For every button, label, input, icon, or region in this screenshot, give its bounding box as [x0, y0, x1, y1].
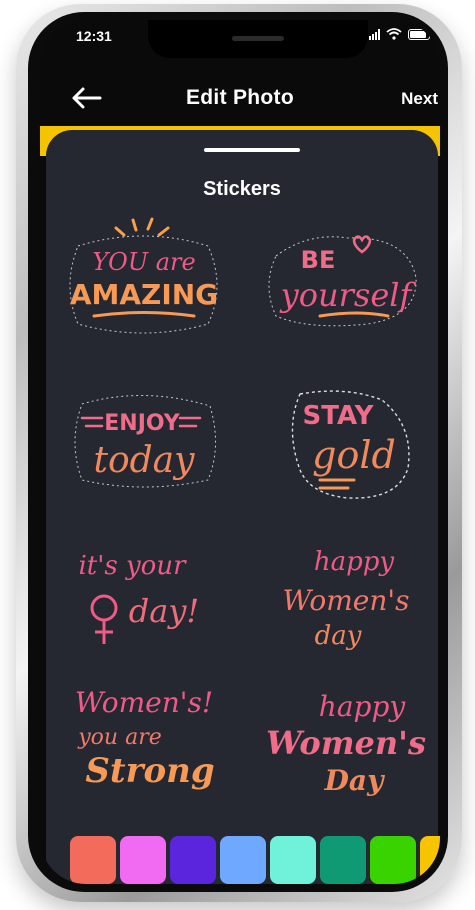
- sticker-line: happy: [314, 547, 395, 577]
- sticker-line: Women's: [283, 584, 410, 617]
- sticker-line: happy: [319, 690, 407, 723]
- next-button[interactable]: Next: [401, 89, 438, 109]
- color-swatch[interactable]: [220, 836, 266, 884]
- status-time: 12:31: [76, 28, 112, 44]
- sticker-you-are-amazing[interactable]: YOU are AMAZING: [58, 216, 228, 346]
- sticker-line: it's your: [78, 551, 187, 581]
- color-swatch[interactable]: [420, 836, 440, 884]
- sticker-be-yourself[interactable]: BE yourself: [258, 216, 428, 346]
- speaker-grille: [232, 36, 284, 41]
- sticker-happy-womens-day-art: happy Women's day: [283, 547, 410, 651]
- color-swatch[interactable]: [320, 836, 366, 884]
- color-swatch[interactable]: [170, 836, 216, 884]
- sticker-stay-gold-art: STAY gold: [291, 390, 410, 499]
- sticker-womens-you-are-strong[interactable]: Women's! you are Strong: [58, 678, 228, 808]
- sticker-be-yourself-art: BE yourself: [268, 235, 417, 327]
- signal-icon: [369, 28, 380, 40]
- sticker-line: Women's: [266, 724, 426, 762]
- sticker-line: STAY: [303, 401, 375, 431]
- sticker-you-are-amazing-art: YOU are AMAZING: [69, 217, 218, 334]
- sticker-line: Day: [324, 764, 385, 797]
- stickers-sheet: Stickers YOU are AMAZING BE yourself ENJ…: [46, 130, 438, 884]
- sticker-line: day: [315, 621, 362, 651]
- sticker-womens-you-are-strong-art: Women's! you are Strong: [75, 686, 215, 791]
- sticker-line: YOU are: [92, 248, 195, 276]
- wifi-icon: [386, 28, 402, 40]
- color-swatch[interactable]: [70, 836, 116, 884]
- app-header: Edit Photo Next: [40, 60, 440, 136]
- color-swatch[interactable]: [120, 836, 166, 884]
- status-icons: [369, 28, 430, 40]
- sticker-line: yourself: [279, 276, 417, 314]
- sticker-grid: YOU are AMAZING BE yourself ENJOY today …: [46, 216, 438, 806]
- sticker-enjoy-today[interactable]: ENJOY today: [58, 376, 228, 506]
- sticker-enjoy-today-art: ENJOY today: [74, 395, 217, 488]
- sticker-line: Strong: [85, 751, 214, 791]
- battery-icon: [408, 28, 430, 40]
- color-swatch[interactable]: [270, 836, 316, 884]
- sticker-happy-womens-day[interactable]: happy Women's day: [258, 534, 428, 664]
- notch: [148, 20, 368, 58]
- sticker-stay-gold[interactable]: STAY gold: [258, 376, 428, 506]
- sticker-happy-womens-day-bold[interactable]: happy Women's Day: [258, 678, 428, 808]
- sheet-title: Stickers: [203, 178, 281, 200]
- sticker-line: BE: [301, 246, 336, 274]
- sticker-line: day!: [129, 592, 200, 630]
- phone-screen: 12:31 Edit Photo Next Stickers YOU are A…: [40, 20, 440, 884]
- color-swatch[interactable]: [370, 836, 416, 884]
- sticker-line: AMAZING: [70, 278, 218, 311]
- sticker-line: gold: [312, 433, 396, 477]
- sheet-drag-handle[interactable]: [204, 148, 300, 152]
- sticker-line: ENJOY: [104, 411, 181, 436]
- sticker-line: Women's!: [75, 686, 213, 719]
- sticker-its-your-day-art: it's your day!: [78, 551, 200, 644]
- color-palette: [64, 836, 440, 884]
- sticker-line: you are: [77, 725, 162, 750]
- page-title: Edit Photo: [186, 86, 294, 109]
- sticker-happy-womens-day-bold-art: happy Women's Day: [266, 690, 426, 797]
- sticker-its-your-day[interactable]: it's your day!: [58, 534, 228, 664]
- sticker-line: today: [94, 440, 196, 481]
